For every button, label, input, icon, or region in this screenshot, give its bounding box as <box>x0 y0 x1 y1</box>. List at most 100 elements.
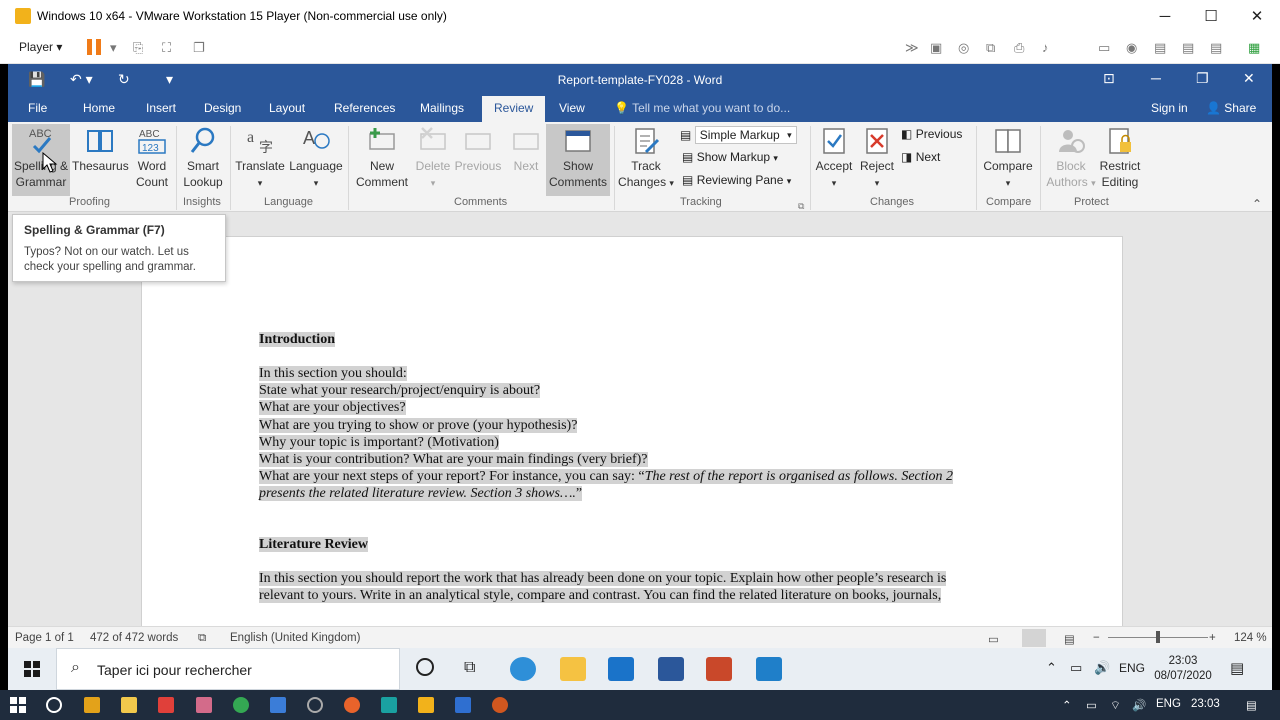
document-page[interactable]: Introduction In this section you should:… <box>141 236 1123 636</box>
edge-icon[interactable] <box>510 657 536 681</box>
powerpoint-icon[interactable] <box>706 657 732 681</box>
tab-review[interactable]: Review <box>482 96 546 122</box>
device-icon[interactable]: ▣ <box>930 40 942 56</box>
tab-design[interactable]: Design <box>204 101 241 115</box>
send-ctrl-alt-del-icon[interactable]: ⎘ <box>133 40 143 56</box>
ribbon-display-icon[interactable]: ⊡ <box>1103 70 1115 87</box>
spelling-grammar-button[interactable]: ABC Spelling & Grammar <box>12 124 70 196</box>
guest-clock[interactable]: 23:03 08/07/2020 <box>1153 654 1213 684</box>
markup-display-select[interactable]: ▤ Simple Markup ▾ <box>680 126 797 144</box>
sign-in-link[interactable]: Sign in <box>1151 101 1188 115</box>
word-minimize-icon[interactable]: ─ <box>1151 70 1161 86</box>
drive2-icon[interactable]: ▤ <box>1182 40 1194 56</box>
host-app-icon[interactable] <box>307 697 323 713</box>
unity-icon[interactable]: ❐ <box>193 40 205 56</box>
tracking-options-launcher-icon[interactable]: ⧉ <box>798 198 804 214</box>
tab-mailings[interactable]: Mailings <box>420 101 464 115</box>
host-store-icon[interactable] <box>84 697 100 713</box>
taskbar-search-input[interactable]: ⌕ Taper ici pour rechercher <box>56 648 400 690</box>
translate-button[interactable]: a字 Translate ▾ <box>234 126 286 191</box>
document-language[interactable]: English (United Kingdom) <box>230 632 360 644</box>
tab-file[interactable]: File <box>28 101 47 115</box>
word-taskbar-icon[interactable] <box>658 657 684 681</box>
host-recorder-icon[interactable] <box>492 697 508 713</box>
tab-home[interactable]: Home <box>83 101 115 115</box>
tab-view[interactable]: View <box>559 101 585 115</box>
photos-icon[interactable] <box>756 657 782 681</box>
volume-icon[interactable]: 🔊 <box>1094 660 1110 676</box>
block-authors-button[interactable]: Block Authors ▾ <box>1044 126 1098 191</box>
zoom-out-icon[interactable]: − <box>1093 632 1100 644</box>
drive-icon[interactable]: ▤ <box>1154 40 1166 56</box>
share-button[interactable]: 👤 Share <box>1206 101 1256 115</box>
next-comment-button[interactable]: Next <box>506 126 546 174</box>
host-app-icon[interactable] <box>196 697 212 713</box>
drive3-icon[interactable]: ▤ <box>1210 40 1222 56</box>
word-count-button[interactable]: ABC 123 Word Count <box>130 126 174 190</box>
zoom-level[interactable]: 124 % <box>1234 632 1267 644</box>
new-comment-button[interactable]: New Comment <box>354 126 410 190</box>
host-vmware-icon[interactable] <box>418 697 434 713</box>
read-mode-icon[interactable]: ▭ <box>988 632 999 646</box>
cd-icon[interactable]: ◎ <box>958 40 969 56</box>
host-battery-icon[interactable]: ▭ <box>1086 698 1097 712</box>
windows-start-icon[interactable] <box>24 661 40 677</box>
thesaurus-button[interactable]: Thesaurus <box>72 126 129 174</box>
sound-icon[interactable]: ♪ <box>1042 40 1049 55</box>
host-app-icon[interactable] <box>270 697 286 713</box>
zoom-slider-thumb[interactable] <box>1156 631 1160 643</box>
delete-comment-button[interactable]: Delete ▾ <box>412 126 454 191</box>
word-count[interactable]: 472 of 472 words <box>90 632 178 644</box>
host-app-icon[interactable] <box>158 697 174 713</box>
library-icon[interactable]: ▦ <box>1248 40 1260 56</box>
player-menu-button[interactable]: Player ▾ <box>19 40 62 54</box>
input-language[interactable]: ENG <box>1119 661 1145 675</box>
pause-icon[interactable] <box>87 39 101 55</box>
host-explorer-icon[interactable] <box>121 697 137 713</box>
host-clock[interactable]: 23:03 <box>1191 698 1220 710</box>
host-search-icon[interactable] <box>46 697 62 713</box>
smart-lookup-button[interactable]: Smart Lookup <box>180 126 226 190</box>
maximize-icon[interactable]: ☐ <box>1188 0 1234 32</box>
close-icon[interactable]: ✕ <box>1234 0 1280 32</box>
mail-icon[interactable] <box>608 657 634 681</box>
show-comments-button[interactable]: Show Comments <box>546 124 610 196</box>
chrome-icon[interactable] <box>233 697 249 713</box>
printer-icon[interactable]: ⎙ <box>1014 40 1024 56</box>
print-layout-icon[interactable] <box>1022 629 1046 647</box>
host-volume-icon[interactable]: 🔊 <box>1132 698 1146 712</box>
file-explorer-icon[interactable] <box>560 657 586 681</box>
minimize-icon[interactable]: ─ <box>1142 0 1188 32</box>
zoom-in-icon[interactable]: + <box>1209 632 1216 644</box>
word-restore-icon[interactable]: ❐ <box>1196 70 1209 87</box>
tab-references[interactable]: References <box>334 101 395 115</box>
show-hidden-icons-icon[interactable]: ⌃ <box>1046 660 1057 676</box>
host-notifications-icon[interactable]: ▤ <box>1246 698 1257 712</box>
accept-button[interactable]: Accept ▾ <box>812 126 856 191</box>
previous-change-button[interactable]: ◧ Previous <box>901 126 962 142</box>
compare-button[interactable]: Compare ▾ <box>980 126 1036 191</box>
next-change-button[interactable]: ◨ Next <box>901 149 940 165</box>
host-app-icon[interactable] <box>455 697 471 713</box>
firefox-icon[interactable] <box>344 697 360 713</box>
host-app-icon[interactable] <box>381 697 397 713</box>
notifications-icon[interactable]: ▤ <box>1230 659 1244 677</box>
usb-icon[interactable]: ▭ <box>1098 40 1110 56</box>
restrict-editing-button[interactable]: Restrict Editing <box>1096 126 1144 190</box>
host-wifi-icon[interactable]: ⌔ <box>1110 698 1121 713</box>
track-changes-button[interactable]: Track Changes ▾ <box>618 126 674 191</box>
tab-insert[interactable]: Insert <box>146 101 176 115</box>
collapse-ribbon-icon[interactable]: ⌃ <box>1252 196 1262 212</box>
chevron-down-icon[interactable]: ▾ <box>110 40 117 56</box>
cortana-icon[interactable] <box>416 658 434 676</box>
network-icon[interactable]: ▭ <box>1070 660 1082 676</box>
proofing-status-icon[interactable]: ⧉ <box>198 632 206 645</box>
reject-button[interactable]: Reject ▾ <box>856 126 898 191</box>
tab-layout[interactable]: Layout <box>269 101 305 115</box>
reviewing-pane-button[interactable]: ▤ Reviewing Pane ▾ <box>682 172 791 189</box>
host-tray-chevron-icon[interactable]: ⌃ <box>1062 698 1072 712</box>
host-start-icon[interactable] <box>10 697 26 713</box>
tell-me-search[interactable]: 💡 Tell me what you want to do... <box>614 101 790 115</box>
network-icon[interactable]: ⧉ <box>986 40 995 56</box>
expand-devices-icon[interactable]: ≫ <box>905 40 919 56</box>
